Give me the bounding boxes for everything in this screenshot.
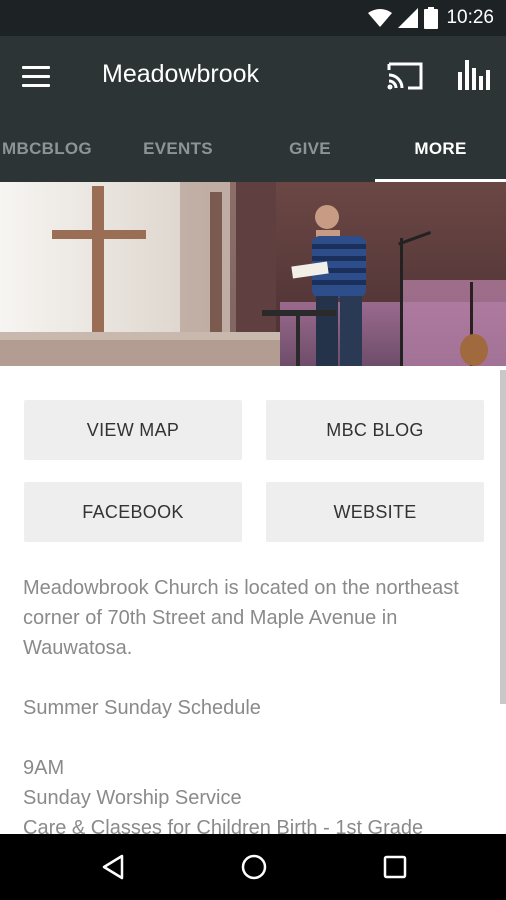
scrollbar[interactable]	[500, 370, 506, 704]
schedule-service: Sunday Worship Service	[23, 787, 242, 809]
facebook-button[interactable]: FACEBOOK	[24, 482, 242, 542]
tab-give[interactable]: GIVE	[250, 116, 370, 182]
home-icon[interactable]	[240, 853, 268, 881]
mbc-blog-button[interactable]: MBC BLOG	[266, 400, 484, 460]
recents-icon[interactable]	[382, 854, 408, 880]
cast-icon[interactable]	[386, 58, 424, 94]
status-time: 10:26	[446, 7, 494, 28]
menu-icon[interactable]	[22, 60, 58, 92]
tab-events[interactable]: EVENTS	[120, 116, 236, 182]
tab-more[interactable]: MORE	[375, 116, 506, 182]
tab-bar: MBCBLOG EVENTS GIVE MORE	[0, 116, 506, 182]
app-title: Meadowbrook	[102, 60, 260, 88]
navigation-bar	[0, 834, 506, 900]
tab-mbcblog[interactable]: MBCBLOG	[0, 116, 102, 182]
wifi-icon	[368, 9, 393, 27]
intro-text: Meadowbrook Church is located on the nor…	[23, 577, 459, 659]
battery-icon	[424, 7, 439, 29]
view-map-button[interactable]: VIEW MAP	[24, 400, 242, 460]
back-icon[interactable]	[100, 854, 126, 880]
app-bar: Meadowbrook	[0, 36, 506, 116]
schedule-time: 9AM	[23, 757, 65, 779]
church-description: Meadowbrook Church is located on the nor…	[23, 573, 493, 843]
hero-image	[0, 182, 506, 366]
status-bar: 10:26	[0, 0, 506, 36]
bar-chart-icon[interactable]	[454, 56, 492, 94]
website-button[interactable]: WEBSITE	[266, 482, 484, 542]
signal-icon	[398, 8, 419, 28]
schedule-heading: Summer Sunday Schedule	[23, 697, 261, 719]
status-icons	[368, 7, 439, 29]
